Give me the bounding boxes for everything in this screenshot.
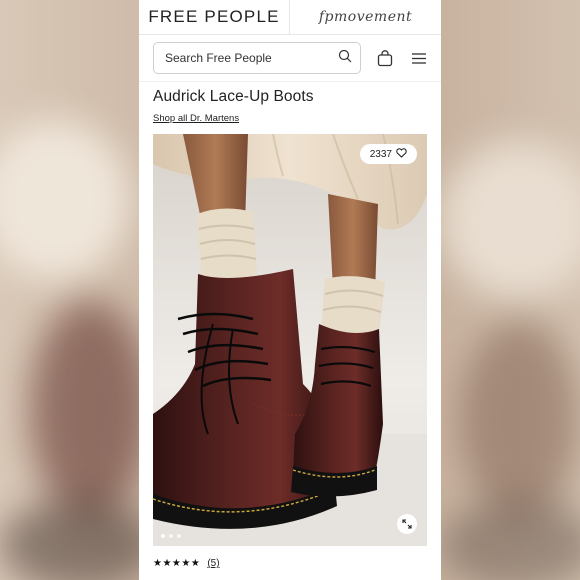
shopping-bag-icon[interactable] — [375, 48, 395, 68]
product-image[interactable]: 2337 — [153, 134, 427, 546]
mobile-page: FREE PEOPLE fpmovement Search Free Peopl… — [139, 0, 441, 580]
like-count-badge[interactable]: 2337 — [359, 144, 417, 164]
review-count-link[interactable]: (5) — [207, 558, 219, 569]
shop-brand-link[interactable]: Shop all Dr. Martens — [153, 113, 239, 124]
hamburger-menu-icon[interactable] — [409, 48, 429, 68]
heart-icon[interactable] — [396, 147, 407, 161]
gallery-dot[interactable] — [177, 534, 181, 538]
search-row — [139, 35, 441, 82]
gallery-dots — [161, 534, 181, 538]
boots-photo — [153, 134, 427, 546]
search-input[interactable] — [165, 51, 338, 65]
like-count: 2337 — [369, 148, 392, 160]
search-icon[interactable] — [338, 49, 352, 68]
rating-stars: ★★★★★ — [153, 558, 201, 569]
gallery-dot[interactable] — [169, 534, 173, 538]
top-brand-bar: FREE PEOPLE fpmovement — [139, 0, 441, 35]
fp-movement-logo[interactable]: fpmovement — [290, 0, 441, 34]
expand-icon[interactable] — [397, 514, 417, 534]
product-title: Audrick Lace-Up Boots — [153, 88, 314, 105]
search-box[interactable] — [153, 42, 361, 74]
brand-logo[interactable]: FREE PEOPLE — [139, 0, 290, 34]
product-rating: ★★★★★ (5) — [153, 558, 220, 569]
gallery-dot[interactable] — [161, 534, 165, 538]
